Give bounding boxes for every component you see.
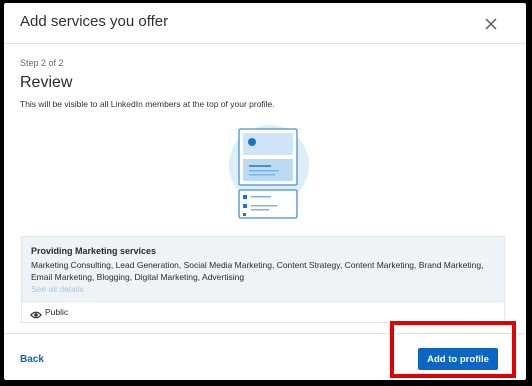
review-heading: Review [20, 74, 73, 91]
modal-header: Add services you offer [4, 3, 526, 44]
services-summary-card: Providing Marketing services Marketing C… [21, 236, 505, 302]
screenshot-frame: Add services you offer Step 2 of 2 Revie… [0, 0, 532, 386]
visibility-label: Public [45, 307, 69, 317]
modal-title: Add services you offer [20, 13, 169, 30]
services-title: Providing Marketing services [31, 246, 157, 256]
back-button[interactable]: Back [20, 354, 44, 365]
close-icon[interactable] [482, 15, 500, 33]
see-all-details-link[interactable]: See all details [31, 284, 84, 294]
profile-cards-illustration [219, 115, 319, 223]
visibility-note: This will be visible to all LinkedIn mem… [20, 99, 275, 109]
add-to-profile-button[interactable]: Add to profile [418, 348, 498, 370]
visibility-row: Public [21, 302, 505, 323]
eye-icon [29, 307, 43, 319]
services-list: Marketing Consulting, Lead Generation, S… [31, 260, 484, 282]
step-indicator: Step 2 of 2 [20, 58, 64, 68]
